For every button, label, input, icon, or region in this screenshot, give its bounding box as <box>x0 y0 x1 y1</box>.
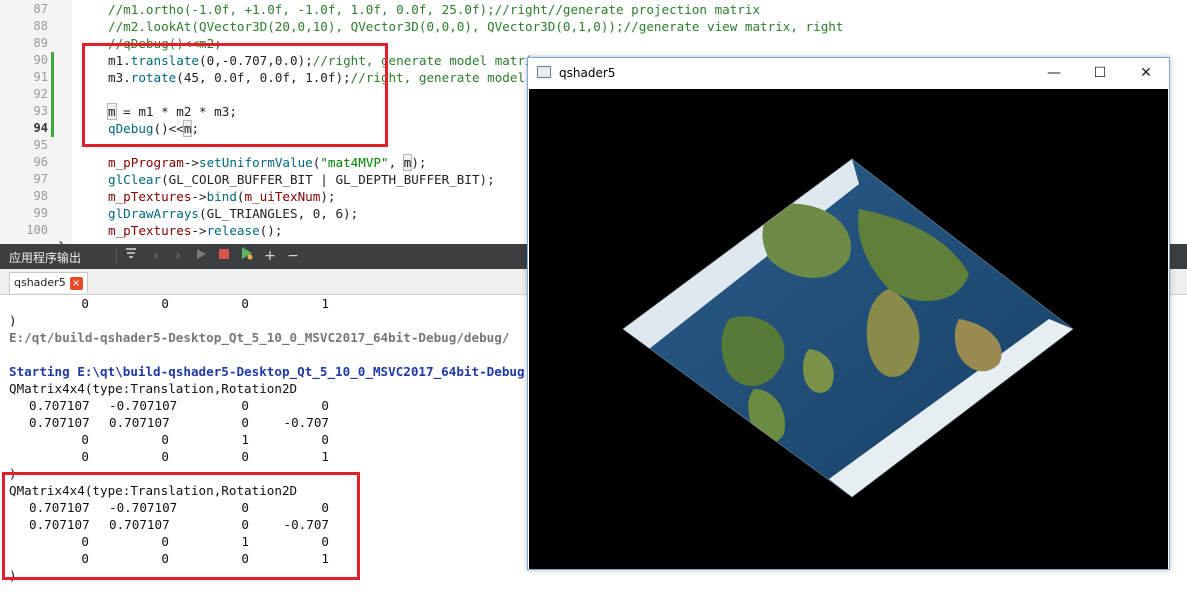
code-text: //m1.ortho(-1.0f, +1.0f, -1.0f, 1.0f, 0.… <box>108 1 760 18</box>
code-token: m_pProgram <box>108 155 184 170</box>
code-line: 87 //m1.ortho(-1.0f, +1.0f, -1.0f, 1.0f, … <box>0 1 1187 18</box>
line-number: 95 <box>33 138 48 152</box>
change-marker <box>51 69 54 86</box>
matrix-cell: 0 <box>241 296 249 311</box>
starting-line: Starting E:\qt\build-qshader5-Desktop_Qt… <box>9 364 525 379</box>
code-line: 88 //m2.lookAt(QVector3D(20,0,10), QVecto… <box>0 18 1187 35</box>
code-token: m_pTextures <box>108 223 192 238</box>
code-token: ); <box>411 155 427 170</box>
remove-icon[interactable]: − <box>283 246 303 266</box>
add-icon[interactable]: + <box>260 246 280 266</box>
code-text: m_pTextures->bind(m_uiTexNum); <box>108 188 336 205</box>
output-line: ) <box>9 313 17 328</box>
line-number: 90 <box>33 53 48 67</box>
line-number: 97 <box>33 172 48 186</box>
matrix-cell: 1 <box>321 449 329 464</box>
matrix-cell: -0.707107 <box>109 398 178 413</box>
annotation-box-code <box>82 43 388 147</box>
code-token: bind <box>206 189 237 204</box>
line-number: 93 <box>33 104 48 118</box>
exe-path-line: E:/qt/build-qshader5-Desktop_Qt_5_10_0_M… <box>9 330 510 345</box>
window-titlebar[interactable]: qshader5 — ☐ ✕ <box>528 58 1169 89</box>
matrix-cell: 0.707107 <box>29 415 90 430</box>
next-icon[interactable]: › <box>168 246 188 266</box>
qshader5-window: qshader5 — ☐ ✕ <box>527 57 1170 570</box>
code-token: -> <box>183 155 199 170</box>
filter-icon[interactable] <box>121 246 141 266</box>
line-number: 100 <box>26 223 48 237</box>
matrix-cell: 0 <box>321 398 329 413</box>
code-token: m_pTextures <box>108 189 192 204</box>
code-token: (); <box>259 223 283 238</box>
code-token: ( <box>236 189 245 204</box>
code-token: //m1.ortho(-1.0f, +1.0f, -1.0f, 1.0f, 0.… <box>108 2 761 17</box>
tab-label: qshader5 <box>14 276 66 289</box>
matrix-cell: 0 <box>241 449 249 464</box>
code-token: -> <box>191 189 207 204</box>
code-token: , <box>388 155 404 170</box>
close-icon[interactable]: × <box>69 276 83 290</box>
line-number: 91 <box>33 70 48 84</box>
code-token: release <box>206 223 260 238</box>
maximize-button[interactable]: ☐ <box>1077 58 1123 89</box>
matrix-cell: 0.707107 <box>109 415 170 430</box>
window-title: qshader5 <box>559 66 616 80</box>
code-token: setUniformValue <box>199 155 313 170</box>
line-number: 87 <box>33 2 48 16</box>
matrix-cell: 0 <box>81 432 89 447</box>
code-token: (GL_COLOR_BUFFER_BIT | GL_DEPTH_BUFFER_B… <box>161 172 495 187</box>
line-number: 94 <box>33 121 48 135</box>
change-marker <box>51 86 54 103</box>
debug-run-icon[interactable] <box>237 246 257 266</box>
code-token: (GL_TRIANGLES, 0, 6); <box>199 206 359 221</box>
code-token: ); <box>320 189 336 204</box>
matrix-cell: 0 <box>241 398 249 413</box>
output-pane-title: 应用程序输出 <box>9 251 82 265</box>
line-number: 98 <box>33 189 48 203</box>
change-marker <box>51 52 54 69</box>
code-text: glDrawArrays(GL_TRIANGLES, 0, 6); <box>108 205 358 222</box>
code-text: glClear(GL_COLOR_BUFFER_BIT | GL_DEPTH_B… <box>108 171 495 188</box>
line-number: 89 <box>33 36 48 50</box>
change-marker <box>51 120 54 137</box>
matrix-cell: 0.707107 <box>29 398 90 413</box>
line-number: 92 <box>33 87 48 101</box>
code-text: //m2.lookAt(QVector3D(20,0,10), QVector3… <box>108 18 843 35</box>
code-text: m_pProgram->setUniformValue("mat4MVP", m… <box>108 154 427 171</box>
code-token: //m2.lookAt(QVector3D(20,0,10), QVector3… <box>108 19 844 34</box>
prev-icon[interactable]: ‹ <box>146 246 166 266</box>
line-number: 88 <box>33 19 48 33</box>
rotated-earth-texture-quad <box>622 158 1074 498</box>
close-button[interactable]: ✕ <box>1123 58 1169 89</box>
toolbar-separator <box>116 249 117 264</box>
opengl-render-area[interactable] <box>529 89 1168 569</box>
matrix-cell: 0 <box>161 432 169 447</box>
line-number: 96 <box>33 155 48 169</box>
code-text: m_pTextures->release(); <box>108 222 282 239</box>
code-token: glClear <box>108 172 162 187</box>
tab-qshader5[interactable]: qshader5 × <box>9 272 88 293</box>
matrix-cell: 0 <box>161 296 169 311</box>
matrix-cell: 0 <box>321 432 329 447</box>
matrix-cell: 1 <box>241 432 249 447</box>
minimize-button[interactable]: — <box>1031 58 1077 89</box>
stop-icon[interactable] <box>214 246 234 266</box>
change-marker <box>51 103 54 120</box>
code-token: m_uiTexNum <box>244 189 321 204</box>
annotation-box-output <box>2 472 360 580</box>
run-icon[interactable] <box>191 246 211 266</box>
app-window-icon <box>537 66 551 78</box>
matrix-cell: 0 <box>81 449 89 464</box>
code-token: glDrawArrays <box>108 206 199 221</box>
matrix-cell: -0.707 <box>283 415 330 430</box>
matrix-cell: 0 <box>161 449 169 464</box>
output-line: QMatrix4x4(type:Translation,Rotation2D <box>9 381 298 396</box>
code-token: "mat4MVP" <box>320 155 389 170</box>
matrix-cell: 0 <box>241 415 249 430</box>
code-token: -> <box>191 223 207 238</box>
matrix-cell: 0 <box>81 296 89 311</box>
matrix-cell: 1 <box>321 296 329 311</box>
line-number: 99 <box>33 206 48 220</box>
